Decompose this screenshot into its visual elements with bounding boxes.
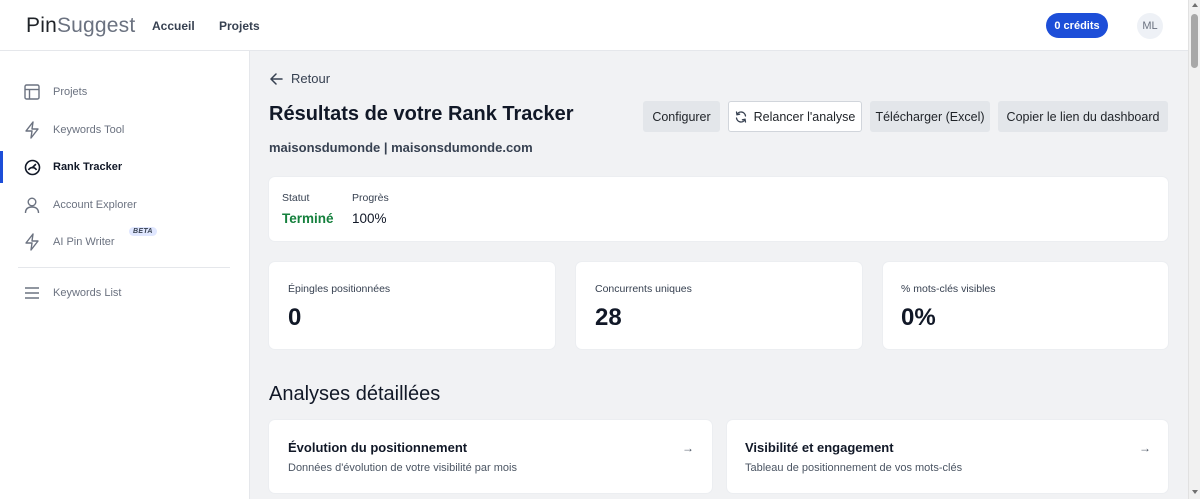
- back-label: Retour: [291, 71, 331, 86]
- analysis-card-evolution[interactable]: Évolution du positionnement Données d'év…: [269, 420, 712, 493]
- arrow-left-icon: [270, 72, 283, 85]
- stat-value: 0%: [901, 304, 936, 331]
- sidebar-item-keywords-tool[interactable]: Keywords Tool: [0, 114, 249, 146]
- analysis-card-visibility[interactable]: Visibilité et engagement Tableau de posi…: [727, 420, 1168, 493]
- top-header: PinSuggest Accueil Projets 0 crédits ML: [0, 0, 1188, 51]
- rerun-analysis-button[interactable]: Relancer l'analyse: [728, 101, 862, 132]
- analysis-title: Visibilité et engagement: [745, 440, 894, 455]
- download-excel-button[interactable]: Télécharger (Excel): [870, 101, 990, 132]
- stat-card-visible-keywords: % mots-clés visibles 0%: [883, 262, 1168, 349]
- analysis-desc: Données d'évolution de votre visibilité …: [288, 462, 517, 474]
- nav-accueil[interactable]: Accueil: [152, 19, 195, 33]
- sidebar: Projets Keywords Tool Rank Tracker Accou…: [0, 51, 250, 499]
- stat-label: Épingles positionnées: [288, 283, 391, 295]
- sidebar-item-rank-tracker[interactable]: Rank Tracker: [0, 151, 249, 183]
- progress-label: Progrès: [352, 192, 389, 204]
- stat-value: 28: [595, 304, 622, 331]
- bolt-icon: [23, 121, 41, 139]
- sidebar-item-label: AI Pin Writer: [53, 236, 115, 248]
- rerun-label: Relancer l'analyse: [753, 109, 856, 124]
- sidebar-item-projets[interactable]: Projets: [0, 76, 249, 108]
- status-value: Terminé: [282, 211, 334, 226]
- sidebar-item-label: Projets: [53, 86, 88, 98]
- logo[interactable]: PinSuggest: [26, 14, 135, 38]
- arrow-right-icon[interactable]: →: [682, 441, 694, 455]
- page-title: Résultats de votre Rank Tracker: [269, 103, 574, 125]
- refresh-icon: [735, 110, 746, 123]
- back-link[interactable]: Retour: [270, 71, 330, 86]
- list-icon: [23, 284, 41, 302]
- sidebar-item-label: Rank Tracker: [53, 161, 123, 173]
- scroll-up-icon[interactable]: [1192, 3, 1198, 7]
- status-label: Statut: [282, 192, 310, 204]
- beta-badge: BETA: [129, 227, 157, 236]
- sidebar-item-ai-pin-writer[interactable]: AI Pin Writer BETA: [0, 226, 249, 258]
- credits-button[interactable]: 0 crédits: [1046, 13, 1108, 38]
- stat-card-competitors: Concurrents uniques 28: [576, 262, 862, 349]
- analysis-desc: Tableau de positionnement de vos mots-cl…: [745, 462, 963, 474]
- status-card: Statut Terminé Progrès 100%: [269, 177, 1168, 241]
- progress-value: 100%: [352, 211, 387, 226]
- stat-value: 0: [288, 304, 302, 331]
- nav-projets[interactable]: Projets: [219, 19, 260, 33]
- avatar[interactable]: ML: [1137, 13, 1163, 39]
- sidebar-item-keywords-list[interactable]: Keywords List: [0, 277, 249, 309]
- scroll-down-icon[interactable]: [1192, 490, 1198, 494]
- stat-card-pins: Épingles positionnées 0: [269, 262, 555, 349]
- analysis-title: Évolution du positionnement: [288, 440, 468, 455]
- stat-label: Concurrents uniques: [595, 283, 692, 295]
- copy-dashboard-link-button[interactable]: Copier le lien du dashboard: [998, 101, 1168, 132]
- project-subtitle: maisonsdumonde | maisonsdumonde.com: [269, 140, 533, 155]
- layout-icon: [23, 83, 41, 101]
- bolt-icon: [23, 233, 41, 251]
- section-title: Analyses détaillées: [269, 383, 441, 405]
- page-scrollbar[interactable]: [1188, 0, 1200, 499]
- scroll-thumb[interactable]: [1191, 14, 1198, 68]
- sidebar-item-label: Keywords List: [53, 287, 122, 299]
- sidebar-item-account-explorer[interactable]: Account Explorer: [0, 189, 249, 221]
- gauge-icon: [23, 158, 41, 176]
- user-icon: [23, 196, 41, 214]
- sidebar-divider: [18, 267, 230, 268]
- sidebar-item-label: Keywords Tool: [53, 124, 125, 136]
- stat-label: % mots-clés visibles: [901, 283, 996, 295]
- configure-button[interactable]: Configurer: [643, 101, 720, 132]
- sidebar-item-label: Account Explorer: [53, 199, 137, 211]
- arrow-right-icon[interactable]: →: [1139, 441, 1151, 455]
